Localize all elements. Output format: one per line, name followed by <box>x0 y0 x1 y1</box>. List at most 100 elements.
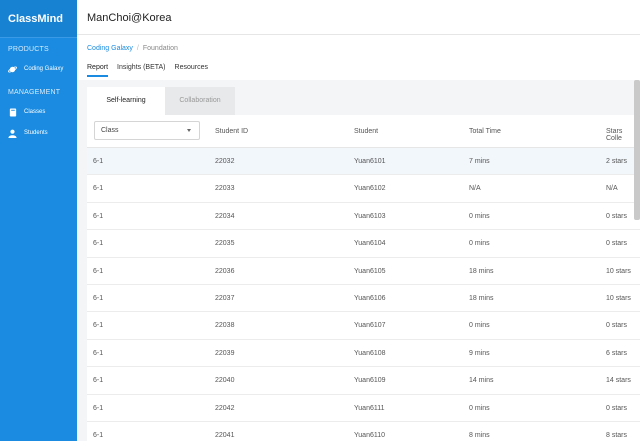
cell-class: 6-1 <box>93 377 104 385</box>
cell-stars: 0 stars <box>606 322 628 330</box>
table-row[interactable]: 6-1 22041 Yuan6110 8 mins 8 stars <box>87 422 640 441</box>
cell-class: 6-1 <box>93 240 104 248</box>
report-tabs: Report Insights (BETA) Resources <box>87 64 208 77</box>
cell-total-time: 0 mins <box>469 212 490 220</box>
cell-student-id: 22036 <box>215 267 235 275</box>
cell-student-id: 22034 <box>215 212 235 220</box>
planet-icon <box>8 65 17 74</box>
cell-student: Yuan6105 <box>354 267 386 275</box>
cell-class: 6-1 <box>93 349 104 357</box>
scrollbar[interactable] <box>634 80 640 220</box>
table-row[interactable]: 6-1 22035 Yuan6104 0 mins 0 stars <box>87 230 640 258</box>
sidebar-item-coding-galaxy[interactable]: Coding Galaxy <box>0 61 77 77</box>
cell-total-time: 9 mins <box>469 349 490 357</box>
cell-student: Yuan6101 <box>354 158 386 165</box>
cell-student-id: 22038 <box>215 322 235 330</box>
cell-student: Yuan6109 <box>354 377 386 385</box>
class-filter-label: Class <box>101 127 119 134</box>
cell-student: Yuan6107 <box>354 322 386 330</box>
header-student-id[interactable]: Student ID <box>215 128 248 135</box>
breadcrumb-product-link[interactable]: Coding Galaxy <box>87 45 133 52</box>
table-row[interactable]: 6-1 22032 Yuan6101 7 mins 2 stars <box>87 148 640 176</box>
cell-student-id: 22035 <box>215 240 235 248</box>
cell-student-id: 22041 <box>215 431 235 439</box>
cell-class: 6-1 <box>93 212 104 220</box>
tab-report[interactable]: Report <box>87 64 109 77</box>
section-label-products: PRODUCTS <box>8 46 49 53</box>
book-icon <box>8 107 17 117</box>
student-table: Class Student ID Student Total Time Star… <box>87 115 640 441</box>
header-student[interactable]: Student <box>354 128 378 135</box>
table-row[interactable]: 6-1 22039 Yuan6108 9 mins 6 stars <box>87 340 640 368</box>
class-filter-select[interactable]: Class <box>94 121 200 140</box>
account-name[interactable]: ManChoi@Korea <box>87 12 172 24</box>
cell-total-time: 0 mins <box>469 322 490 330</box>
sidebar-item-label: Coding Galaxy <box>24 66 64 72</box>
cell-class: 6-1 <box>93 431 104 439</box>
table-row[interactable]: 6-1 22034 Yuan6103 0 mins 0 stars <box>87 203 640 231</box>
cell-stars: 0 stars <box>606 240 628 248</box>
main-content: Self-learning Collaboration Class Studen… <box>77 80 640 441</box>
tab-insights[interactable]: Insights (BETA) <box>117 64 166 77</box>
cell-class: 6-1 <box>93 158 104 165</box>
breadcrumb: Coding Galaxy / Foundation <box>87 45 178 52</box>
table-row[interactable]: 6-1 22042 Yuan6111 0 mins 0 stars <box>87 395 640 422</box>
cell-student: Yuan6108 <box>354 349 386 357</box>
section-label-management: MANAGEMENT <box>8 89 61 96</box>
cell-stars: 0 stars <box>606 212 628 220</box>
cell-student-id: 22039 <box>215 349 235 357</box>
cell-class: 6-1 <box>93 322 104 330</box>
cell-total-time: 8 mins <box>469 431 490 439</box>
sidebar-item-students[interactable]: Students <box>0 125 77 141</box>
cell-class: 6-1 <box>93 404 104 412</box>
breadcrumb-separator: / <box>136 45 139 52</box>
cell-stars: 2 stars <box>606 158 628 165</box>
cell-stars: 10 stars <box>606 267 631 275</box>
sidebar-item-label: Students <box>24 130 48 136</box>
cell-stars: N/A <box>606 185 618 193</box>
table-row[interactable]: 6-1 22036 Yuan6105 18 mins 10 stars <box>87 258 640 285</box>
cell-stars: 6 stars <box>606 349 628 357</box>
table-body: 6-1 22032 Yuan6101 7 mins 2 stars 6-1 22033 Yua… <box>87 148 640 441</box>
cell-student-id: 22032 <box>215 158 235 165</box>
table-row[interactable]: 6-1 22038 Yuan6107 0 mins 0 stars <box>87 312 640 340</box>
cell-stars: 8 stars <box>606 431 628 439</box>
cell-student: Yuan6102 <box>354 185 386 193</box>
cell-student: Yuan6106 <box>354 294 386 302</box>
table-row[interactable]: 6-1 22033 Yuan6102 N/A N/A <box>87 175 640 203</box>
sidebar-item-classes[interactable]: Classes <box>0 104 77 120</box>
cell-total-time: 7 mins <box>469 158 490 165</box>
sidebar: ClassMind PRODUCTS Coding Galaxy MANAGEM… <box>0 0 77 441</box>
mode-tabs: Self-learning Collaboration <box>87 87 235 115</box>
cell-total-time: N/A <box>469 185 481 193</box>
cell-total-time: 0 mins <box>469 404 490 412</box>
cell-total-time: 14 mins <box>469 377 494 385</box>
cell-student: Yuan6111 <box>354 404 385 412</box>
chevron-down-icon <box>187 129 191 132</box>
top-bar: ManChoi@Korea <box>77 0 640 35</box>
breadcrumb-current: Foundation <box>142 45 178 52</box>
tab-resources[interactable]: Resources <box>175 64 208 77</box>
brand-logo[interactable]: ClassMind <box>0 0 77 38</box>
sidebar-item-label: Classes <box>24 109 46 115</box>
cell-stars: 10 stars <box>606 294 631 302</box>
cell-stars: 14 stars <box>606 377 631 385</box>
tab-self-learning[interactable]: Self-learning <box>87 87 165 115</box>
person-icon <box>8 129 17 138</box>
cell-student-id: 22040 <box>215 377 235 385</box>
cell-student: Yuan6110 <box>354 431 386 439</box>
header-total-time[interactable]: Total Time <box>469 128 501 135</box>
cell-class: 6-1 <box>93 267 104 275</box>
cell-total-time: 18 mins <box>469 267 494 275</box>
cell-student-id: 22037 <box>215 294 235 302</box>
table-row[interactable]: 6-1 22040 Yuan6109 14 mins 14 stars <box>87 367 640 395</box>
cell-student-id: 22033 <box>215 185 235 193</box>
table-row[interactable]: 6-1 22037 Yuan6106 18 mins 10 stars <box>87 285 640 313</box>
cell-stars: 0 stars <box>606 404 628 412</box>
cell-student-id: 22042 <box>215 404 235 412</box>
cell-student: Yuan6104 <box>354 240 386 248</box>
table-header: Class Student ID Student Total Time Star… <box>87 115 640 148</box>
cell-student: Yuan6103 <box>354 212 386 220</box>
tab-collaboration[interactable]: Collaboration <box>165 87 235 115</box>
cell-class: 6-1 <box>93 185 104 193</box>
